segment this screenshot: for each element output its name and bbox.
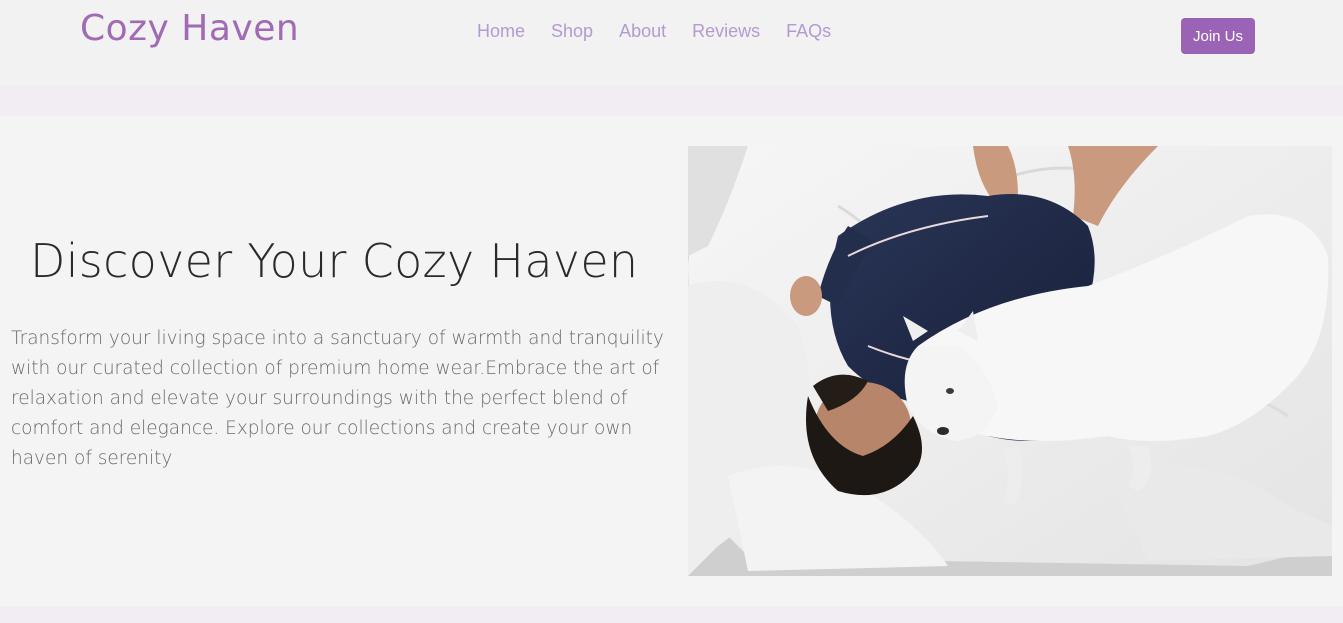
nav-link-faqs[interactable]: FAQs <box>786 21 831 42</box>
hero-description: Transform your living space into a sanct… <box>11 328 664 469</box>
nav-link-home[interactable]: Home <box>477 21 525 42</box>
hero-image <box>688 146 1332 576</box>
top-navbar: Cozy Haven Home Shop About Reviews FAQs … <box>0 0 1343 85</box>
top-divider-band <box>0 85 1343 116</box>
bottom-divider-band <box>0 606 1343 623</box>
brand-logo[interactable]: Cozy Haven <box>80 8 299 49</box>
nav-link-shop[interactable]: Shop <box>551 21 593 42</box>
nav-link-about[interactable]: About <box>619 21 666 42</box>
join-us-button[interactable]: Join Us <box>1181 18 1255 54</box>
main-nav: Home Shop About Reviews FAQs <box>477 21 831 42</box>
hero-title: Discover Your Cozy Haven <box>30 234 639 288</box>
nav-link-reviews[interactable]: Reviews <box>692 21 760 42</box>
hero-section: Discover Your Cozy Haven Transform your … <box>0 116 1343 606</box>
